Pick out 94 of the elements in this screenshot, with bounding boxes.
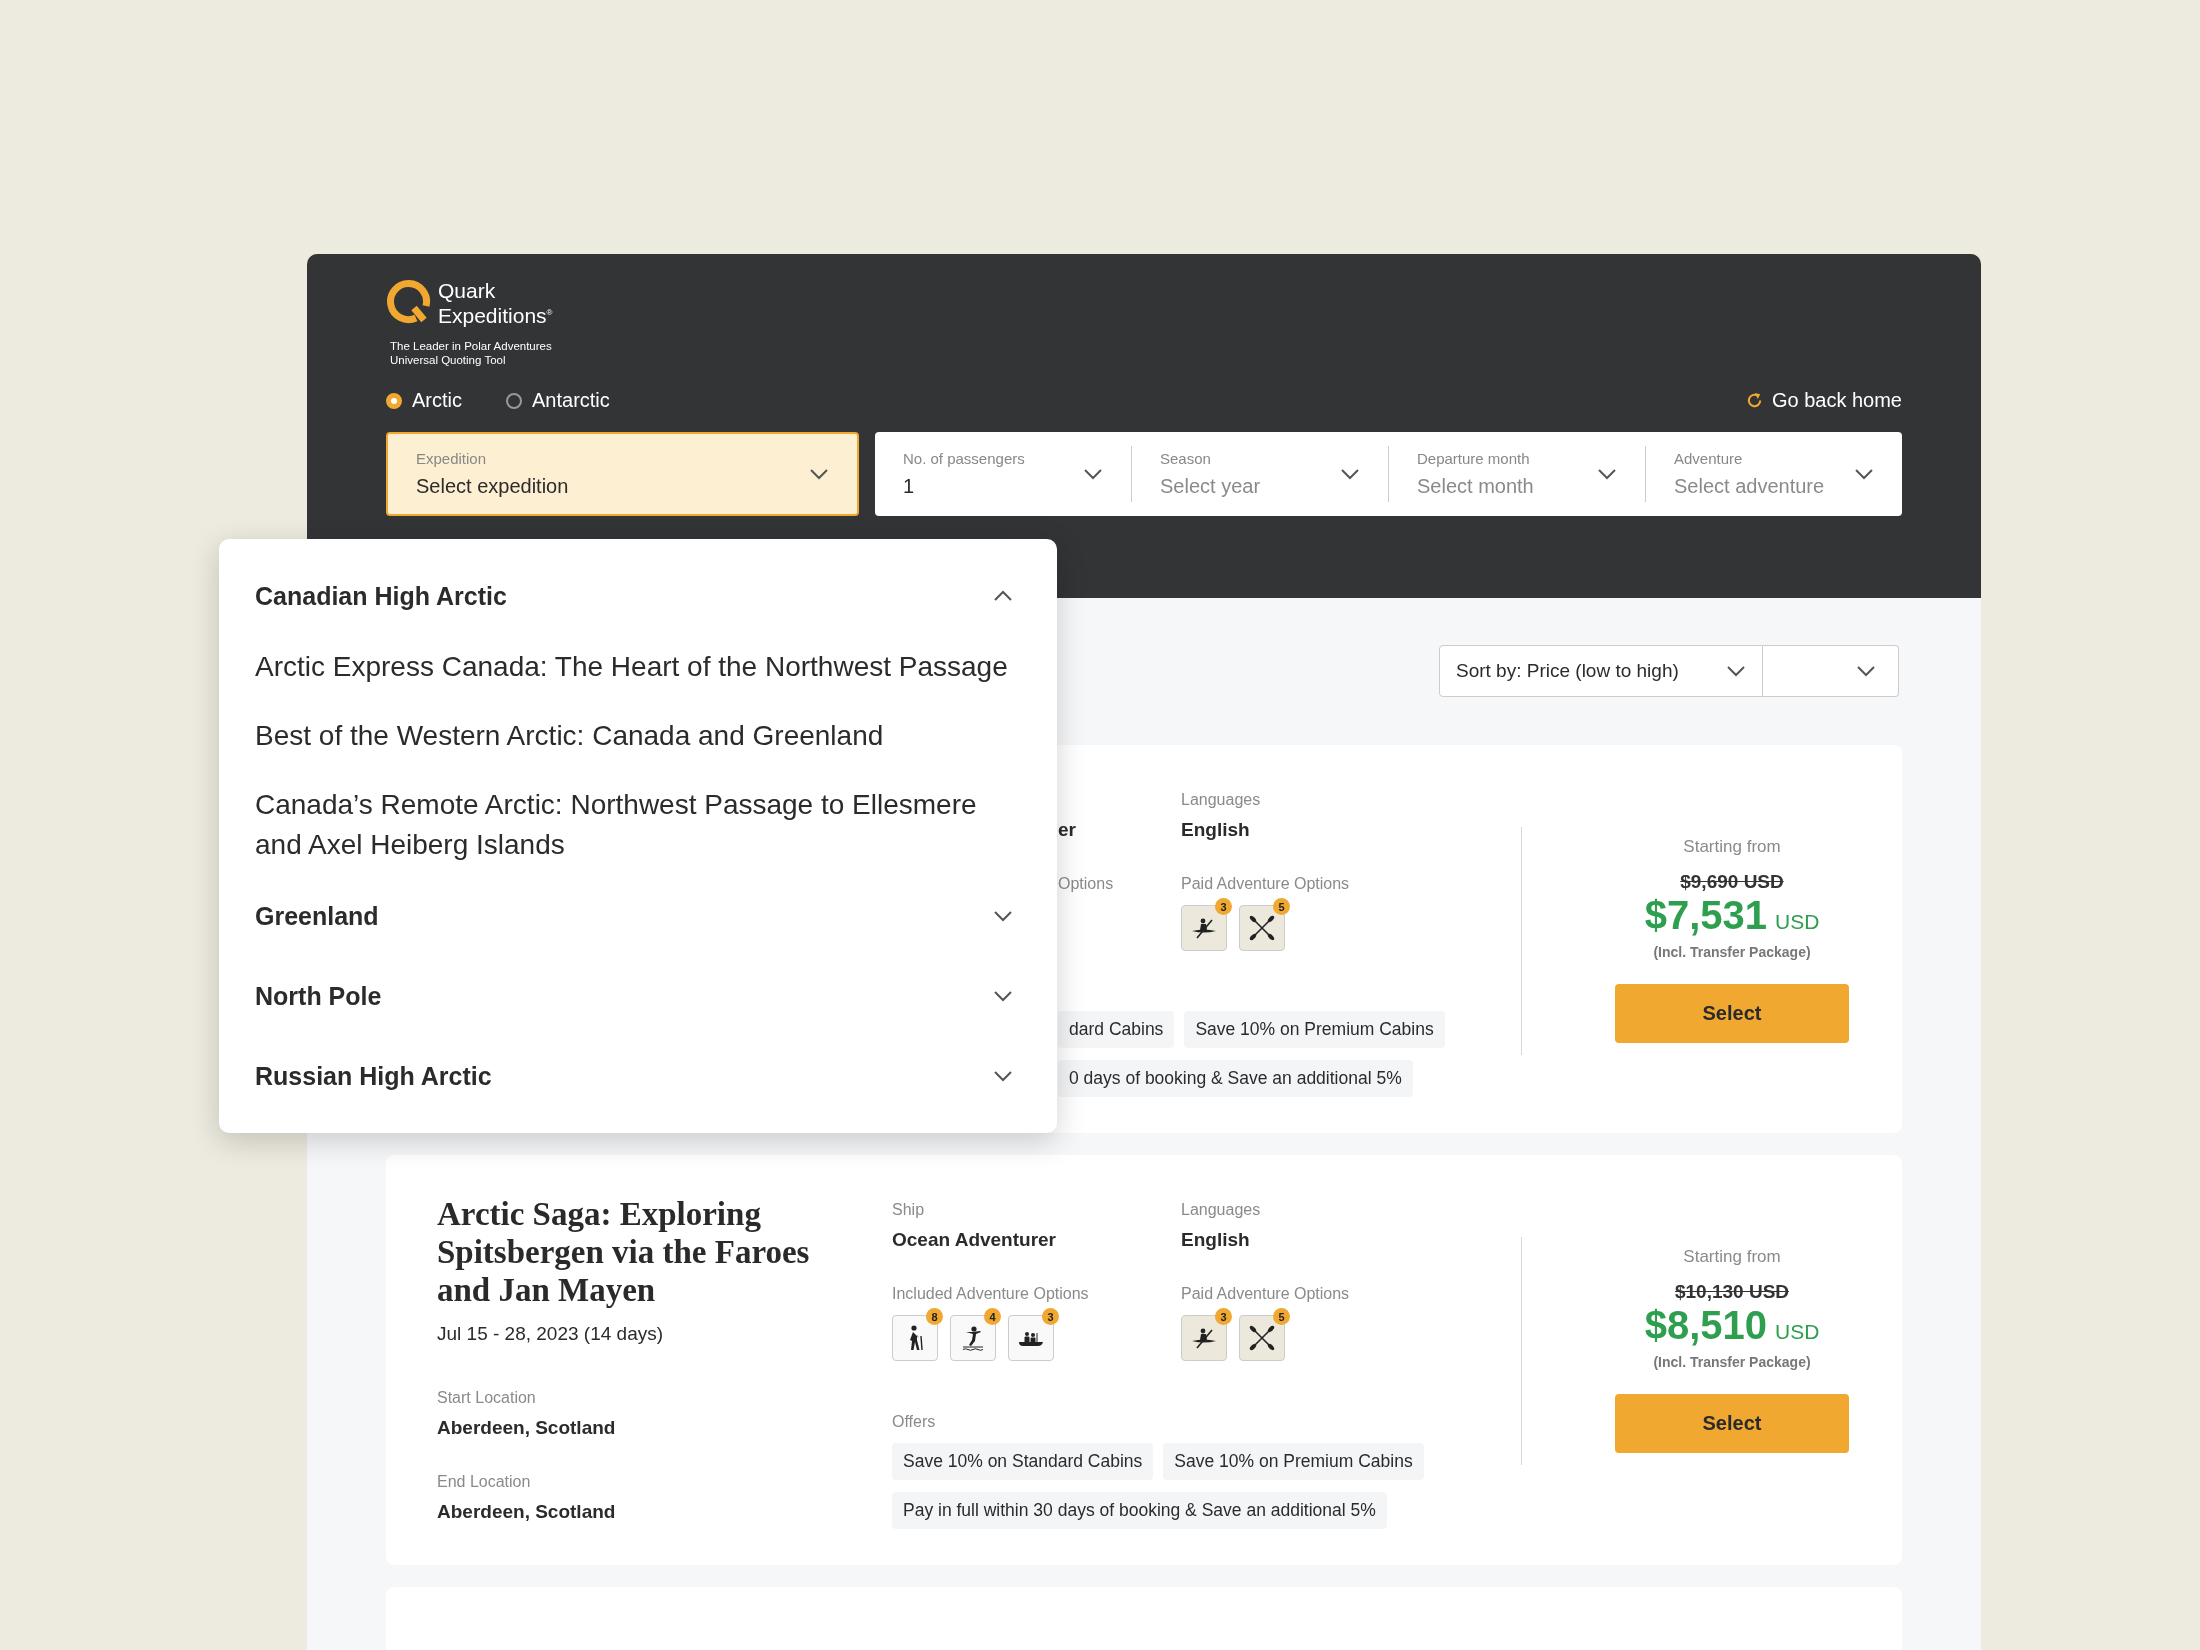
menu-item[interactable]: Canada’s Remote Arctic: Northwest Passage to Ellesmere and Axel Heiberg Islands (255, 785, 1013, 865)
offer-tag: Pay in full within 30 days of booking & Save an additional 5% (892, 1492, 1387, 1529)
field-label: Options (1058, 875, 1115, 893)
filter-select[interactable]: Adventure Select adventure (1645, 446, 1902, 502)
field-label: Languages (1181, 791, 1262, 809)
sort-label: Sort by: Price (low to high) (1456, 660, 1679, 682)
offer-tag: Save 10% on Premium Cabins (1184, 1011, 1445, 1048)
secondary-select[interactable] (1763, 645, 1899, 697)
crossed-paddles-icon (1248, 914, 1276, 942)
tagline: The Leader in Polar Adventures (390, 339, 553, 353)
field-label: Departure month (1417, 450, 1531, 467)
chevron-down-icon (1856, 665, 1876, 677)
count-badge: 5 (1273, 1308, 1290, 1325)
group-name: Greenland (255, 901, 379, 931)
count-badge: 3 (1215, 1308, 1232, 1325)
field-placeholder: Select month (1417, 475, 1534, 498)
field-placeholder: Select adventure (1674, 475, 1825, 498)
chevron-down-icon (993, 1070, 1013, 1082)
field-label: Expedition (416, 450, 488, 467)
field-label: End Location (437, 1473, 532, 1491)
crossed-paddles-icon (1248, 1324, 1276, 1352)
chevron-down-icon (993, 910, 1013, 922)
group-name: Russian High Arctic (255, 1061, 492, 1091)
group-header[interactable]: North Pole (255, 967, 1013, 1025)
currency-label: USD (1775, 1320, 1820, 1344)
ship-name: Ocean Adventurer (892, 1229, 1057, 1251)
field-label: Paid Adventure Options (1181, 1285, 1351, 1303)
price-note: (Incl. Transfer Package) (1653, 1354, 1811, 1370)
field-placeholder: Select year (1160, 475, 1261, 498)
group-header[interactable]: Canadian High Arctic (255, 567, 1013, 625)
field-value: 1 (903, 475, 916, 498)
field-label: Offers (892, 1413, 937, 1431)
group-header[interactable]: Greenland (255, 887, 1013, 945)
chevron-down-icon (809, 468, 829, 480)
sale-price: $7,531 (1644, 893, 1767, 938)
brand-name: Quark (438, 280, 497, 302)
count-badge: 4 (984, 1308, 1001, 1325)
count-badge: 8 (926, 1308, 943, 1325)
offer-tag: dard Cabins (1058, 1011, 1175, 1048)
field-label: Adventure (1674, 450, 1744, 467)
field-label: Languages (1181, 1201, 1262, 1219)
tagline: Universal Quoting Tool (390, 353, 507, 367)
chevron-down-icon (1597, 468, 1617, 480)
expedition-title: Arctic Saga: Exploring Spitsbergen via the Faroes and Jan Mayen (437, 1195, 811, 1309)
group-name: North Pole (255, 981, 382, 1011)
end-location: Aberdeen, Scotland (437, 1501, 617, 1523)
region-radio[interactable]: Arctic (386, 389, 462, 412)
sort-select[interactable]: Sort by: Price (low to high) (1439, 645, 1763, 697)
field-label: Season (1160, 450, 1212, 467)
price-note: (Incl. Transfer Package) (1653, 944, 1811, 960)
sale-price: $8,510 (1644, 1303, 1767, 1348)
filter-select[interactable]: Departure month Select month (1388, 446, 1645, 502)
expedition-dates: Jul 15 - 28, 2023 (14 days) (437, 1323, 665, 1345)
offer-tag: Save 10% on Standard Cabins (892, 1443, 1154, 1480)
chevron-down-icon (1726, 665, 1746, 677)
select-button[interactable]: Select (1615, 1394, 1849, 1453)
filter-select[interactable]: No. of passengers 1 (875, 446, 1131, 502)
filter-select[interactable]: Season Select year (1131, 446, 1388, 502)
language-value: English (1181, 819, 1251, 841)
currency-label: USD (1775, 910, 1820, 934)
original-price: $9,690 USD (1680, 871, 1784, 893)
chevron-down-icon (1340, 468, 1360, 480)
price-label: Starting from (1683, 1247, 1781, 1267)
menu-item[interactable]: Best of the Western Arctic: Canada and Greenland (255, 716, 1013, 756)
count-badge: 3 (1042, 1308, 1059, 1325)
home-link[interactable]: Go back home (1744, 389, 1902, 412)
expedition-select[interactable]: Expedition Select expedition (386, 432, 859, 516)
home-link-label: Go back home (1771, 389, 1902, 412)
select-button[interactable]: Select (1615, 984, 1849, 1043)
price-label: Starting from (1683, 837, 1781, 857)
offer-tag: Save 10% on Premium Cabins (1163, 1443, 1424, 1480)
brand-name: Expeditions$^{®}$ (438, 303, 553, 327)
field-label: Included Adventure Options (892, 1285, 1090, 1303)
count-badge: 5 (1273, 898, 1290, 915)
chevron-down-icon (1083, 468, 1103, 480)
original-price: $10,130 USD (1674, 1281, 1790, 1303)
field-label: Ship (892, 1201, 926, 1219)
offer-tag: 0 days of booking & Save an additional 5% (1058, 1060, 1413, 1097)
logo-icon (386, 278, 432, 324)
region-radio[interactable]: Antarctic (506, 389, 610, 412)
chevron-up-icon (993, 590, 1013, 602)
chevron-down-icon (993, 990, 1013, 1002)
field-label: No. of passengers (903, 450, 1025, 467)
count-badge: 3 (1215, 898, 1232, 915)
start-location: Aberdeen, Scotland (437, 1417, 617, 1439)
field-value: Select expedition (416, 475, 569, 498)
chevron-down-icon (1854, 468, 1874, 480)
group-header[interactable]: Russian High Arctic (255, 1047, 1013, 1105)
language-value: English (1181, 1229, 1251, 1251)
field-label: Paid Adventure Options (1181, 875, 1351, 893)
menu-item[interactable]: Arctic Express Canada: The Heart of the Northwest Passage (255, 647, 1013, 687)
field-label: Start Location (437, 1389, 537, 1407)
group-name: Canadian High Arctic (255, 581, 507, 611)
ship-name: er (1058, 819, 1077, 841)
